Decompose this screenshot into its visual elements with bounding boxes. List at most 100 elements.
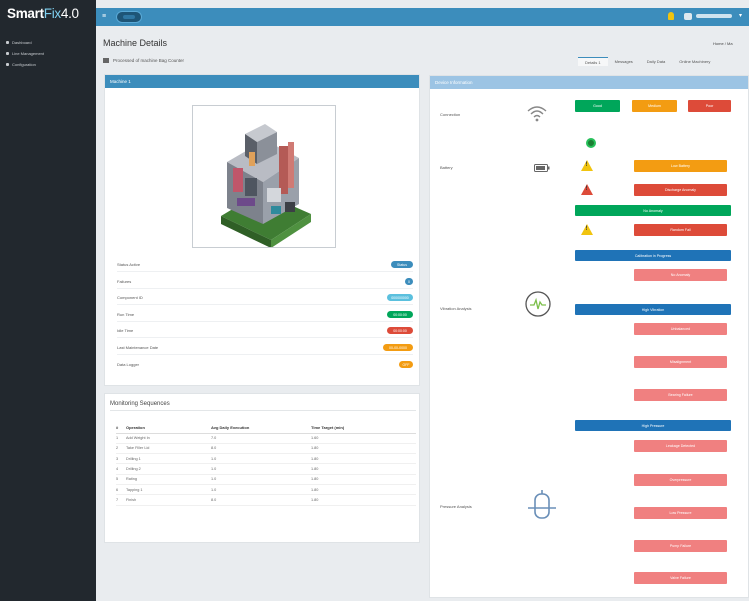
random-fail-button[interactable]: Random Fail xyxy=(634,224,727,236)
warning-icon xyxy=(581,160,593,171)
info-label: Failures xyxy=(117,279,132,284)
vibration-icon xyxy=(525,291,551,317)
value-badge: 000000000 xyxy=(387,294,413,301)
table-row[interactable]: 5 Rating 1.0 1.80 xyxy=(116,474,416,485)
info-row: Idle Time 00:00:00 xyxy=(117,326,413,336)
sidebar-item-configuration[interactable]: Configuration xyxy=(0,59,96,70)
cell: Finish xyxy=(126,494,211,506)
overpressure-button[interactable]: Overpressure xyxy=(634,474,727,486)
table-row[interactable]: 2 Take Filler Lid 8.0 1.80 xyxy=(116,443,416,455)
cell: 2 xyxy=(116,443,126,455)
monitoring-table: # Operation Avg Daily Execution Time Tar… xyxy=(116,422,416,506)
table-row[interactable]: 4 Drilling 2 1.0 1.80 xyxy=(116,463,416,475)
line-icon xyxy=(6,52,9,55)
sidebar-item-label: Line Management xyxy=(12,51,45,56)
high-vibration-banner[interactable]: High Vibration xyxy=(575,304,731,315)
info-label: Idle Time xyxy=(117,328,134,333)
cell: Add Weight In xyxy=(126,433,211,444)
column-header[interactable]: Operation xyxy=(126,422,211,434)
hamburger-icon[interactable]: ≡ xyxy=(102,13,106,20)
app-logo[interactable]: Smart Fix 4.0 xyxy=(0,0,96,27)
table-row[interactable]: 7 Finish 8.0 1.80 xyxy=(116,494,416,506)
user-name[interactable] xyxy=(696,14,732,18)
no-anomaly-button[interactable]: No Anomaly xyxy=(634,269,727,281)
info-label: Component ID xyxy=(117,295,143,300)
medium-button[interactable]: Medium xyxy=(632,100,677,112)
tab-messages[interactable]: Messages xyxy=(608,57,640,66)
sidebar-item-line-management[interactable]: Line Management xyxy=(0,48,96,59)
discharge-anomaly-button[interactable]: Discharge Anomaly xyxy=(634,184,727,196)
cell: 7 xyxy=(116,494,126,506)
top-bar: ≡ ▾ xyxy=(96,8,749,26)
info-row: Component ID 000000000 xyxy=(117,293,413,303)
tab-daily-data[interactable]: Daily Data xyxy=(640,57,672,66)
cell: 8.0 xyxy=(211,443,311,455)
row-divider xyxy=(117,337,413,338)
row-divider xyxy=(117,288,413,289)
tab-online-machinery[interactable]: Online Machinery xyxy=(672,57,717,66)
cell: 1.80 xyxy=(311,463,416,475)
logo-smart: Smart xyxy=(7,6,44,21)
unbalanced-button[interactable]: Unbalanced xyxy=(634,323,727,335)
count-badge: 0 xyxy=(405,278,413,285)
sidebar-item-dashboard[interactable]: Dashboard xyxy=(0,37,96,48)
poor-button[interactable]: Poor xyxy=(688,100,731,112)
misalignment-button[interactable]: Misalignment xyxy=(634,356,727,368)
wifi-icon xyxy=(527,106,547,122)
cell: 8.0 xyxy=(211,494,311,506)
value-badge: OFF xyxy=(399,361,413,368)
info-row: Failures 0 xyxy=(117,277,413,287)
info-row: Status Active Status xyxy=(117,260,413,270)
low-battery-button[interactable]: Low Battery xyxy=(634,160,727,172)
info-row: Last Maintenance Date 00-00-0000 xyxy=(117,343,413,353)
leakage-button[interactable]: Leakage Detected xyxy=(634,440,727,452)
cell: 1.80 xyxy=(311,494,416,506)
cell: 1.0 xyxy=(211,474,311,485)
machine-panel-title: Machine 1 xyxy=(105,75,419,88)
sidebar-item-label: Dashboard xyxy=(12,40,32,45)
cell: 6 xyxy=(116,484,126,496)
table-row[interactable]: 1 Add Weight In 7.0 1.60 xyxy=(116,433,416,444)
cell: 3 xyxy=(116,453,126,465)
cell: 1.80 xyxy=(311,484,416,496)
info-label: Run Time xyxy=(117,312,135,317)
table-row[interactable]: 6 Tapping 1 1.0 1.80 xyxy=(116,484,416,496)
column-header[interactable]: Avg Daily Execution xyxy=(211,422,311,434)
user-icon[interactable] xyxy=(684,13,692,20)
calibration-banner[interactable]: Calibration in Progress xyxy=(575,250,731,261)
machine-selector[interactable] xyxy=(116,11,142,23)
cell: 1.80 xyxy=(311,474,416,485)
low-pressure-button[interactable]: Low Pressure xyxy=(634,507,727,519)
table-row[interactable]: 3 Drilling 1 1.0 1.80 xyxy=(116,453,416,465)
column-header[interactable]: # xyxy=(116,422,126,434)
info-row: Run Time 00:00:00 xyxy=(117,310,413,320)
cell: 1.80 xyxy=(311,453,416,465)
cell: Take Filler Lid xyxy=(126,443,211,455)
column-header[interactable]: Time Target (min) xyxy=(311,422,416,434)
battery-label: Battery xyxy=(440,165,453,170)
cell: 1.0 xyxy=(211,484,311,496)
vibration-label: Vibration Analysis xyxy=(440,306,472,311)
high-pressure-banner[interactable]: High Pressure xyxy=(575,420,731,431)
chevron-down-icon[interactable]: ▾ xyxy=(739,12,742,19)
breadcrumb[interactable]: Home / Ma xyxy=(713,41,733,46)
tab-details[interactable]: Details 1 xyxy=(578,57,608,66)
good-button[interactable]: Good xyxy=(575,100,620,112)
row-divider xyxy=(117,271,413,272)
page-subtitle: Processed of machine Bag Counter xyxy=(103,58,184,63)
bearing-failure-button[interactable]: Bearing Failure xyxy=(634,389,727,401)
bell-icon[interactable] xyxy=(668,12,674,20)
value-badge: 00-00-0000 xyxy=(383,344,413,351)
cell: Drilling 1 xyxy=(126,453,211,465)
pump-failure-button[interactable]: Pump Failure xyxy=(634,540,727,552)
value-badge: 00:00:00 xyxy=(387,311,413,318)
row-divider xyxy=(117,321,413,322)
cell: Tapping 1 xyxy=(126,484,211,496)
pressure-gauge-icon xyxy=(528,490,556,519)
cell: 7.0 xyxy=(211,433,311,444)
no-anomaly-banner[interactable]: No Anomaly xyxy=(575,205,731,216)
divider xyxy=(110,410,416,411)
row-divider xyxy=(117,354,413,355)
valve-failure-button[interactable]: Valve Failure xyxy=(634,572,727,584)
info-row: Data Logger OFF xyxy=(117,360,413,370)
